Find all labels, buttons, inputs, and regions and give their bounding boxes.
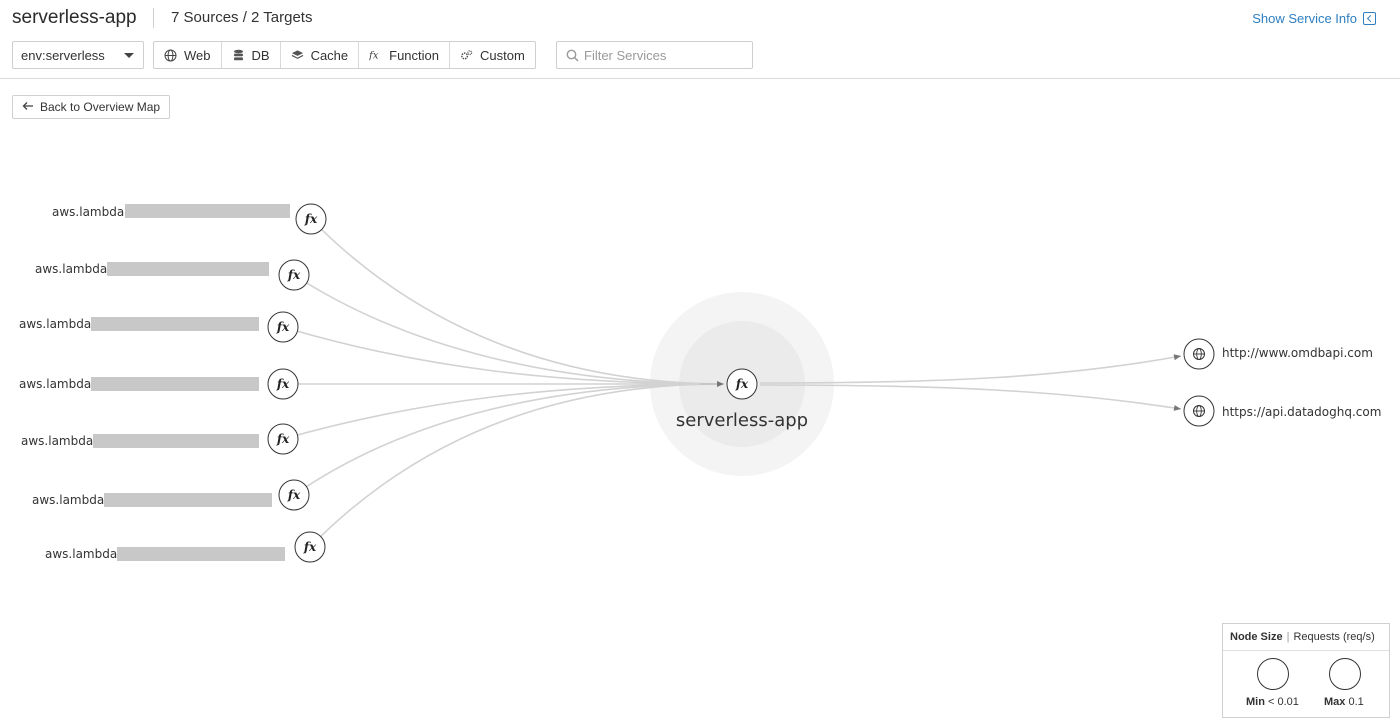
source-node-4[interactable]: aws.lambda. fx <box>19 369 298 399</box>
node-size-legend: Node Size | Requests (req/s) Min < 0.01 … <box>1222 623 1390 718</box>
function-icon: fx <box>303 540 317 554</box>
legend-metric: Requests (req/s) <box>1293 631 1374 643</box>
target-node-label: http://www.omdbapi.com <box>1222 346 1373 360</box>
source-node-6[interactable]: aws.lambda. fx <box>32 480 309 510</box>
legend-min-value: < 0.01 <box>1268 696 1299 708</box>
source-node-7[interactable]: aws.lambda. fx <box>45 532 325 562</box>
source-node-label: aws.lambda. <box>52 205 128 219</box>
target-node-2[interactable]: https://api.datadoghq.com <box>1184 396 1381 426</box>
legend-max-circle <box>1329 658 1361 690</box>
legend-max-value: 0.1 <box>1348 696 1363 708</box>
source-node-5[interactable]: aws.lambda. fx <box>21 424 298 454</box>
redacted-name <box>91 317 259 331</box>
legend-title: Node Size <box>1230 631 1283 643</box>
legend-header: Node Size | Requests (req/s) <box>1223 624 1389 651</box>
legend-separator: | <box>1287 631 1290 643</box>
function-icon: fx <box>276 377 290 391</box>
function-icon: fx <box>276 432 290 446</box>
source-node-label: aws.lambda. <box>19 377 95 391</box>
target-node-label: https://api.datadoghq.com <box>1222 405 1381 419</box>
target-node-1[interactable]: http://www.omdbapi.com <box>1184 339 1373 369</box>
redacted-name <box>91 377 259 391</box>
legend-min-circle <box>1257 658 1289 690</box>
redacted-name <box>107 262 269 276</box>
center-node-label: serverless-app <box>676 410 808 431</box>
legend-min-caption: Min < 0.01 <box>1246 696 1299 708</box>
redacted-name <box>125 204 290 218</box>
service-map: aws.lambda. fx aws.lambda. fx aws.lambda… <box>0 0 1400 725</box>
redacted-name <box>93 434 259 448</box>
redacted-name <box>117 547 285 561</box>
function-icon: fx <box>735 377 749 391</box>
source-node-2[interactable]: aws.lambda. fx <box>35 260 309 290</box>
source-node-label: aws.lambda. <box>45 547 121 561</box>
source-edges <box>283 219 722 547</box>
redacted-name <box>104 493 272 507</box>
function-icon: fx <box>276 320 290 334</box>
source-node-label: aws.lambda. <box>35 262 111 276</box>
function-icon: fx <box>304 212 318 226</box>
function-icon: fx <box>287 268 301 282</box>
source-node-3[interactable]: aws.lambda. fx <box>19 312 298 342</box>
legend-max-label: Max <box>1324 696 1345 708</box>
source-node-label: aws.lambda. <box>32 493 108 507</box>
function-icon: fx <box>287 488 301 502</box>
source-node-label: aws.lambda. <box>21 434 97 448</box>
source-node-label: aws.lambda. <box>19 317 95 331</box>
legend-max-caption: Max 0.1 <box>1324 696 1364 708</box>
legend-min-label: Min <box>1246 696 1265 708</box>
source-node-1[interactable]: aws.lambda. fx <box>52 204 326 234</box>
